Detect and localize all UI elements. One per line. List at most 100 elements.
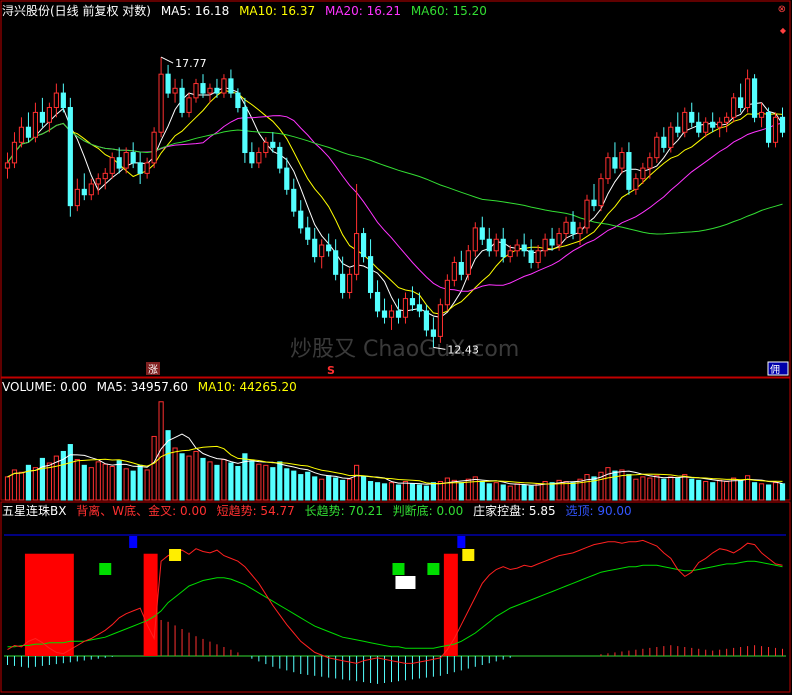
candle-body <box>249 152 255 164</box>
volume-bar <box>291 470 297 501</box>
candle-body <box>430 329 436 337</box>
candle-body <box>556 233 562 246</box>
price-legend: 浔兴股份(日线 前复权 对数) MA5: 16.18 MA10: 16.37 M… <box>2 3 493 19</box>
candle-body <box>437 304 443 337</box>
close-icon[interactable]: ⊗ <box>778 4 786 15</box>
candle-body <box>242 107 248 154</box>
volume-bar <box>367 481 374 501</box>
volume-bar <box>395 484 402 501</box>
candle-body <box>745 78 751 109</box>
candle-body <box>717 121 723 128</box>
panduan-value: 判断底: 0.00 <box>392 504 464 518</box>
candle-body <box>200 83 206 94</box>
candle-body <box>423 310 430 331</box>
beili-value: 背离、W底、金叉: 0.00 <box>76 504 207 518</box>
volume-bar <box>193 450 199 501</box>
candle-body <box>661 136 667 148</box>
candle-body <box>214 87 220 94</box>
candle-body <box>46 107 52 123</box>
volume-bar <box>172 447 178 501</box>
candle-body <box>528 250 534 263</box>
volume-bar <box>228 462 234 501</box>
candle-body <box>340 273 346 293</box>
candle-body <box>333 250 339 275</box>
candle-body <box>102 172 108 180</box>
volume-bar <box>179 453 185 501</box>
volume-bar <box>242 453 248 501</box>
yellow-signal-square <box>462 549 475 561</box>
signal-red-bar <box>143 553 158 656</box>
candle-body <box>605 157 611 180</box>
volume-bar <box>305 471 311 501</box>
candle-body <box>689 111 695 123</box>
candle-body <box>738 97 744 109</box>
volume-bar <box>277 461 283 501</box>
candle-body <box>32 111 39 138</box>
candle-body <box>563 221 569 235</box>
blue-signal-square <box>129 536 138 548</box>
duan-value: 短趋势: 54.77 <box>216 504 295 518</box>
volume-bar <box>326 475 332 501</box>
high-price-label: 17.77 <box>175 57 207 70</box>
volume-bar <box>779 483 786 501</box>
volume-bar <box>151 435 157 501</box>
indicator-name: 五星连珠BX <box>2 504 67 518</box>
volume-bar <box>584 474 590 501</box>
signal-red-bar <box>443 553 458 656</box>
volume-bar <box>347 478 353 501</box>
candle-body <box>465 250 471 275</box>
candle-body <box>39 111 45 123</box>
volume-bar <box>88 467 94 501</box>
candle-body <box>354 233 360 275</box>
candle-body <box>486 238 492 252</box>
volume-bar <box>130 470 136 501</box>
volume-bar <box>661 478 667 501</box>
volume-bar <box>249 460 255 501</box>
watermark: 炒股又 ChaoGuX.com <box>290 337 519 362</box>
volume-bar <box>256 463 262 501</box>
volume-bar <box>549 482 555 501</box>
volume-legend: VOLUME: 0.00 MA5: 34957.60 MA10: 44265.2… <box>2 379 303 395</box>
candle-body <box>109 157 115 174</box>
candle-body <box>144 162 150 174</box>
candle-body <box>507 250 513 258</box>
ma10-value: MA10: 16.37 <box>239 4 316 18</box>
candle-body <box>53 92 59 109</box>
candle-body <box>235 92 241 109</box>
volume-bar <box>144 469 150 501</box>
candle-body <box>542 238 548 252</box>
ma5-line <box>7 86 783 318</box>
candle-body <box>724 116 730 123</box>
signal-red-bar <box>24 553 74 656</box>
volume-bar <box>116 460 122 501</box>
volume-bar <box>46 462 52 501</box>
ma60-value: MA60: 15.20 <box>410 4 487 18</box>
candle-body <box>612 157 618 169</box>
expand-icon[interactable]: ◆ <box>780 26 786 35</box>
candle-body <box>123 152 129 169</box>
candle-body <box>451 261 457 281</box>
volume-bar <box>32 467 39 501</box>
stock-title: 浔兴股份(日线 前复权 对数) <box>2 4 151 18</box>
candle-body <box>577 227 583 235</box>
volume-bar <box>388 482 395 501</box>
candle-body <box>647 157 653 169</box>
candle-body <box>598 178 604 207</box>
volume-bar <box>689 478 695 501</box>
volume-bar <box>354 464 360 501</box>
candle-body <box>95 178 101 185</box>
volume-bar <box>675 477 681 501</box>
volume-value: VOLUME: 0.00 <box>2 380 87 394</box>
candle-body <box>731 97 737 118</box>
candle-body <box>395 310 402 318</box>
candle-body <box>11 141 18 164</box>
candle-body <box>682 111 688 133</box>
volume-bar <box>703 481 709 501</box>
candle-body <box>626 152 632 190</box>
yellow-signal-square <box>169 549 182 561</box>
blue-signal-square <box>457 536 466 548</box>
indicator-legend: 五星连珠BX 背离、W底、金叉: 0.00 短趋势: 54.77 长趋势: 70… <box>2 503 638 519</box>
volume-bar <box>738 479 744 501</box>
xuandian-value: 选顶: 90.00 <box>565 504 632 518</box>
candle-body <box>172 87 178 94</box>
